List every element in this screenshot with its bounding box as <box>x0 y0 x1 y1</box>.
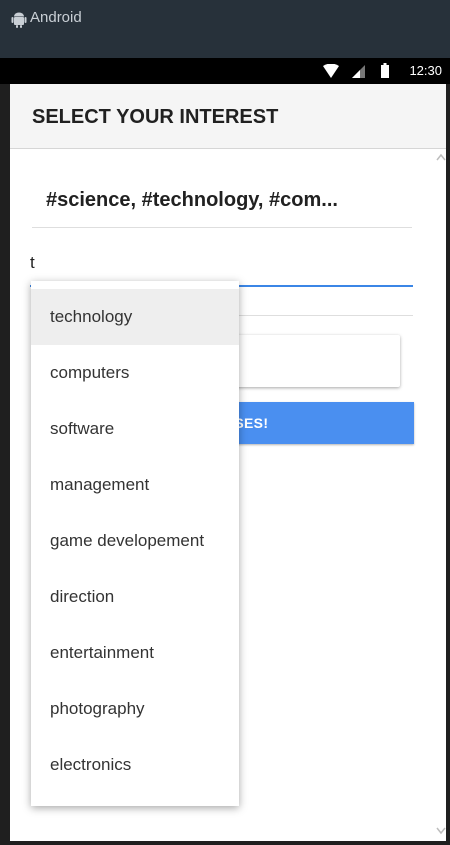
selected-interests-text: #science, #technology, #com... <box>46 189 338 211</box>
scroll-down-icon[interactable] <box>436 827 446 835</box>
dropdown-item[interactable]: entertainment <box>31 625 239 681</box>
dropdown-item[interactable]: computers <box>31 345 239 401</box>
suggestion-dropdown: technology computers software management… <box>31 281 239 806</box>
window-title: Android <box>30 9 82 26</box>
battery-icon <box>381 63 389 78</box>
device-frame-right <box>446 84 450 845</box>
window-title-bar: Android <box>0 0 450 58</box>
signal-icon <box>352 65 365 78</box>
selected-interests[interactable]: #science, #technology, #com... <box>32 169 412 228</box>
device-frame-bottom <box>0 841 450 845</box>
app-bar: SELECT YOUR INTEREST <box>10 84 446 149</box>
dropdown-item[interactable]: electronics <box>31 737 239 793</box>
dropdown-item[interactable]: photography <box>31 681 239 737</box>
wifi-icon <box>323 64 339 78</box>
page-title: SELECT YOUR INTEREST <box>32 106 279 128</box>
scroll-up-icon[interactable] <box>436 153 446 161</box>
android-logo-icon <box>11 12 27 28</box>
status-clock: 12:30 <box>409 63 442 78</box>
dropdown-item[interactable]: technology <box>31 289 239 345</box>
dropdown-item[interactable]: game developement <box>31 513 239 569</box>
status-bar: 12:30 <box>0 58 450 84</box>
dropdown-item[interactable]: management <box>31 457 239 513</box>
dropdown-item[interactable]: software <box>31 401 239 457</box>
dropdown-item[interactable]: direction <box>31 569 239 625</box>
device-frame-left <box>0 84 10 845</box>
